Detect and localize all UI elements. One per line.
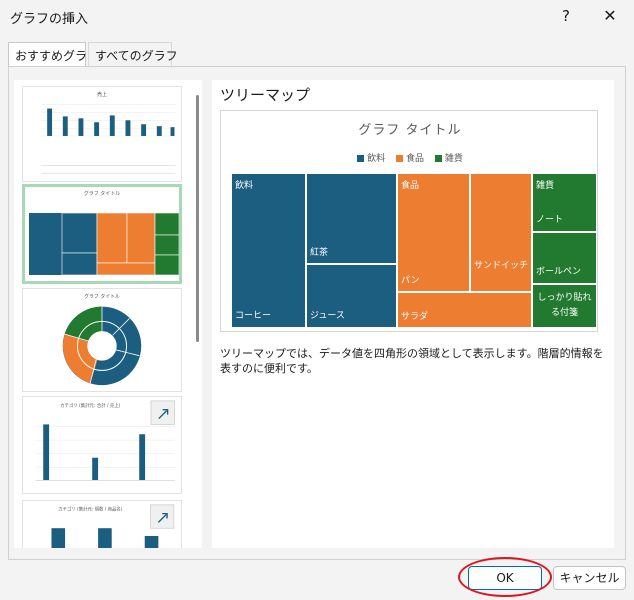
chart-type-name: ツリーマップ [220,86,311,104]
chart-title: グラフ タイトル [358,123,462,138]
legend-swatch [434,155,442,162]
pivot-bar-thumbnail: カテゴリ (集計元: 合計 / 売上) [35,400,175,481]
chart-preview: グラフ タイトル 飲料 食品 雑貨 飲料 コーヒー 紅茶 ジュース 食品 パン [220,110,598,332]
treemap-tile-notebook: 雑貨 ノート [532,173,597,232]
treemap-item-label: コーヒー [235,311,272,321]
treemap-item-label: 紅茶 [310,248,329,258]
treemap-group-label: 雑貨 [536,181,555,191]
pivot-chart-icon [150,504,175,529]
treemap-tile-sticky-notes: しっかり貼れる付箋 [532,284,597,328]
title-bar: グラフの挿入 ? ✕ [0,0,634,32]
recommended-chart-list: 売上 グラフ タイトル グラフ タイトル カテゴリ (集計元: 合計 / 売上)… [14,80,202,548]
legend-item: 食品 [395,151,424,164]
treemap-item-label: しっかり貼れる付箋 [537,293,592,318]
thumbnail-title: カテゴリ (集計元: 個数 / 商品名) [58,506,122,513]
thumbnail-title: カテゴリ (集計元: 合計 / 売上) [60,402,121,409]
pivot-bar-thumbnail: カテゴリ (集計元: 個数 / 商品名) [51,504,175,548]
treemap-tile-tea: 紅茶 [306,173,397,264]
chart-preview-panel: ツリーマップ グラフ タイトル 飲料 食品 雑貨 飲料 コーヒー 紅茶 ジュース… [212,80,614,548]
thumbnail-title: グラフ タイトル [84,190,121,197]
legend-swatch [357,155,365,162]
treemap-group-label: 食品 [401,181,420,191]
sunburst-thumbnail: グラフ タイトル [62,293,142,386]
treemap-tile-sandwich: サンドイッチ [470,173,532,292]
legend-swatch [395,155,403,162]
chart-description: ツリーマップでは、データ値を四角形の領域として表示します。階層的情報を表すのに便… [220,347,604,375]
legend-item: 飲料 [357,151,385,164]
dialog-title: グラフの挿入 [10,12,89,27]
chart-option-bar-sales[interactable]: 売上 [22,86,182,182]
treemap-group-label: 飲料 [235,181,254,191]
thumbnail-title: グラフ タイトル [84,293,120,300]
treemap-tile-ballpen: ボールペン [532,232,597,284]
annotation-highlight-circle [458,557,552,597]
treemap-item-label: サンドイッチ [474,261,529,271]
tab-all-charts[interactable]: すべてのグラフ [88,42,178,66]
treemap-thumbnail: グラフ タイトル [29,190,179,276]
chart-legend: 飲料 食品 雑貨 [221,151,599,164]
bar-chart-thumbnail: 売上 [41,91,176,174]
chart-option-sunburst[interactable]: グラフ タイトル [22,288,182,392]
treemap-tile-salad: サラダ [397,292,532,328]
close-button[interactable]: ✕ [590,2,630,30]
treemap-item-label: ボールペン [536,267,582,277]
treemap-item-label: パン [401,276,420,286]
legend-item: 雑貨 [434,151,463,164]
thumbnail-scrollbar[interactable] [196,95,199,342]
chart-option-bar-category-count[interactable]: カテゴリ (集計元: 個数 / 商品名) [22,500,182,548]
treemap-item-label: ジュース [310,311,345,321]
treemap-item-label: サラダ [401,312,429,322]
chart-option-treemap[interactable]: グラフ タイトル [22,184,182,284]
tab-recommended-charts[interactable]: おすすめグラフ [8,42,99,67]
treemap-tile-juice: ジュース [306,264,397,328]
legend-label: 雑貨 [444,154,463,164]
thumbnail-title: 売上 [97,91,107,98]
treemap-tile-bread: 食品 パン [397,173,470,292]
help-button[interactable]: ? [548,2,584,30]
treemap-tile-coffee: 飲料 コーヒー [231,173,306,328]
treemap-item-label: ノート [536,215,564,225]
chart-option-bar-category-sum[interactable]: カテゴリ (集計元: 合計 / 売上) [22,396,182,494]
treemap-plot: 飲料 コーヒー 紅茶 ジュース 食品 パン サンドイッチ サラダ 雑貨 ノート … [231,173,597,331]
legend-label: 飲料 [367,154,386,164]
cancel-button[interactable]: キャンセル [553,566,626,590]
pivot-chart-icon [150,400,175,425]
legend-label: 食品 [405,154,424,164]
